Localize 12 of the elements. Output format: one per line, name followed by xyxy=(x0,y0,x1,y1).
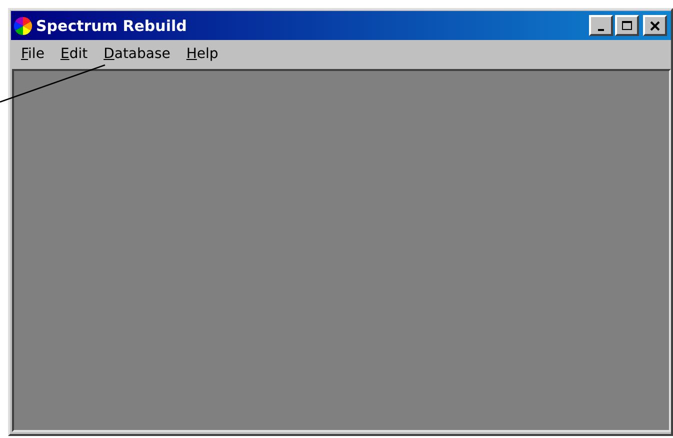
menu-item[interactable]: Database xyxy=(96,44,178,64)
close-button[interactable] xyxy=(643,15,667,36)
maximize-button[interactable] xyxy=(615,15,639,36)
minimize-icon xyxy=(598,28,604,30)
window-title: Spectrum Rebuild xyxy=(36,16,188,34)
maximize-icon xyxy=(622,20,632,30)
close-icon xyxy=(650,20,660,30)
minimize-button[interactable] xyxy=(589,15,613,36)
color-wheel-icon xyxy=(13,16,33,36)
menu-item[interactable]: File xyxy=(13,44,52,64)
menu-item[interactable]: Help xyxy=(178,44,226,64)
menu-item[interactable]: Edit xyxy=(52,44,96,64)
